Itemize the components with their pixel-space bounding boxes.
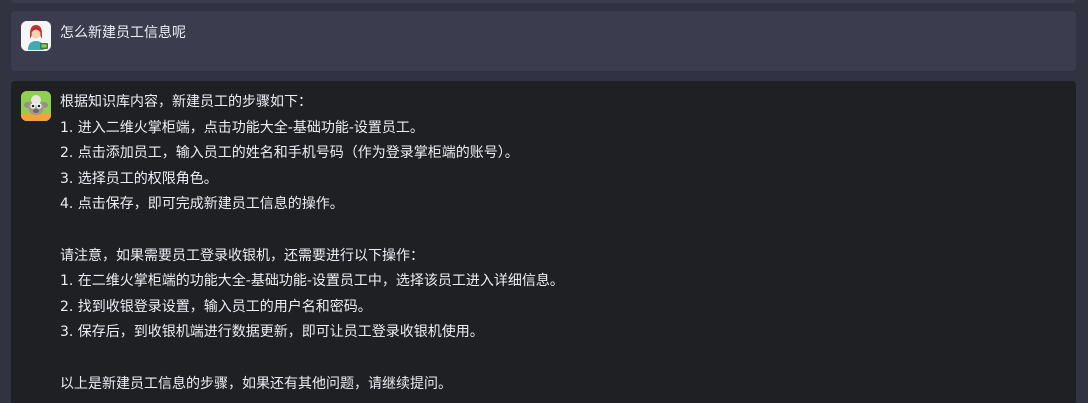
user-message: 怎么新建员工信息呢 [11,11,1076,71]
bot-line-blank [60,346,1056,372]
bot-line: 4. 点击保存，即可完成新建员工信息的操作。 [60,196,344,213]
bot-message: 根据知识库内容，新建员工的步骤如下： 1. 进入二维火掌柜端，点击功能大全-基础… [11,81,1076,403]
user-message-text: 怎么新建员工信息呢 [60,25,186,41]
bot-line: 1. 在二维火掌柜端的功能大全-基础功能-设置员工中，选择该员工进入详细信息。 [60,273,564,290]
user-avatar-icon [21,21,51,51]
bot-message-text: 根据知识库内容，新建员工的步骤如下： 1. 进入二维火掌柜端，点击功能大全-基础… [60,90,1056,397]
bot-line: 以上是新建员工信息的步骤，如果还有其他问题，请继续提问。 [60,375,452,392]
bot-line: 根据知识库内容，新建员工的步骤如下： [60,94,312,110]
bot-avatar-icon [21,91,51,121]
bot-line-blank [60,218,1056,244]
bot-line: 1. 进入二维火掌柜端，点击功能大全-基础功能-设置员工。 [60,119,424,136]
previous-message-edge [11,0,1076,3]
bot-line: 2. 点击添加员工，输入员工的姓名和手机号码（作为登录掌柜端的账号）。 [60,145,519,162]
bot-line: 3. 保存后，到收银机端进行数据更新，即可让员工登录收银机使用。 [60,324,484,341]
bot-line: 2. 找到收银登录设置，输入员工的用户名和密码。 [60,298,372,315]
bot-line: 3. 选择员工的权限角色。 [60,170,218,187]
bot-line: 请注意，如果需要员工登录收银机，还需要进行以下操作： [60,247,424,264]
chat-thread: 怎么新建员工信息呢 根据知识库内容，新建员工的步骤如下： 1. 进入二维火掌柜端… [0,0,1088,403]
